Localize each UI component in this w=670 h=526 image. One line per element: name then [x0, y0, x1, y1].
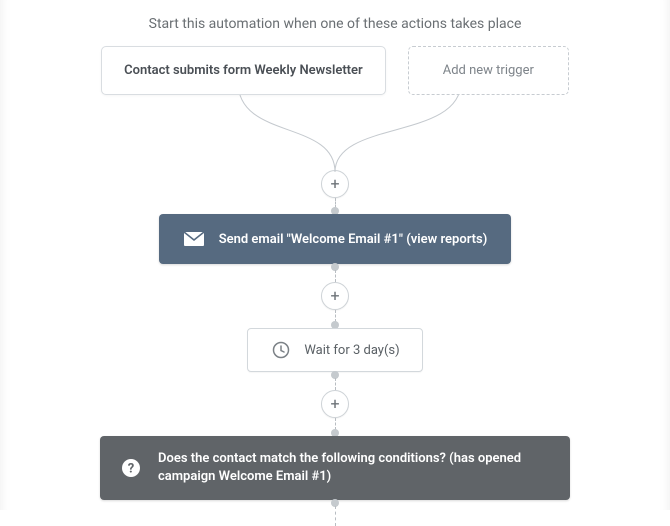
- email-node-label: Send email "Welcome Email #1" (view repo…: [219, 232, 488, 247]
- condition-node-label: Does the contact match the following con…: [158, 450, 550, 486]
- trigger-item[interactable]: Contact submits form Weekly Newsletter: [101, 46, 386, 95]
- page-instruction: Start this automation when one of these …: [0, 0, 670, 32]
- send-email-node[interactable]: Send email "Welcome Email #1" (view repo…: [159, 214, 512, 264]
- add-trigger-button[interactable]: Add new trigger: [408, 46, 569, 95]
- wait-node[interactable]: Wait for 3 day(s): [247, 328, 422, 372]
- automation-flow: + Send email "Welcome Email #1" (view re…: [0, 170, 670, 526]
- add-step-button[interactable]: +: [321, 390, 349, 418]
- help-icon: ?: [120, 457, 142, 479]
- trigger-row: Contact submits form Weekly Newsletter A…: [0, 46, 670, 95]
- wait-node-label: Wait for 3 day(s): [304, 343, 399, 358]
- add-step-button[interactable]: +: [321, 170, 349, 198]
- add-step-button[interactable]: +: [321, 282, 349, 310]
- condition-node[interactable]: ? Does the contact match the following c…: [100, 436, 570, 500]
- email-icon: [183, 228, 205, 250]
- clock-icon: [270, 339, 292, 361]
- svg-text:?: ?: [128, 462, 134, 477]
